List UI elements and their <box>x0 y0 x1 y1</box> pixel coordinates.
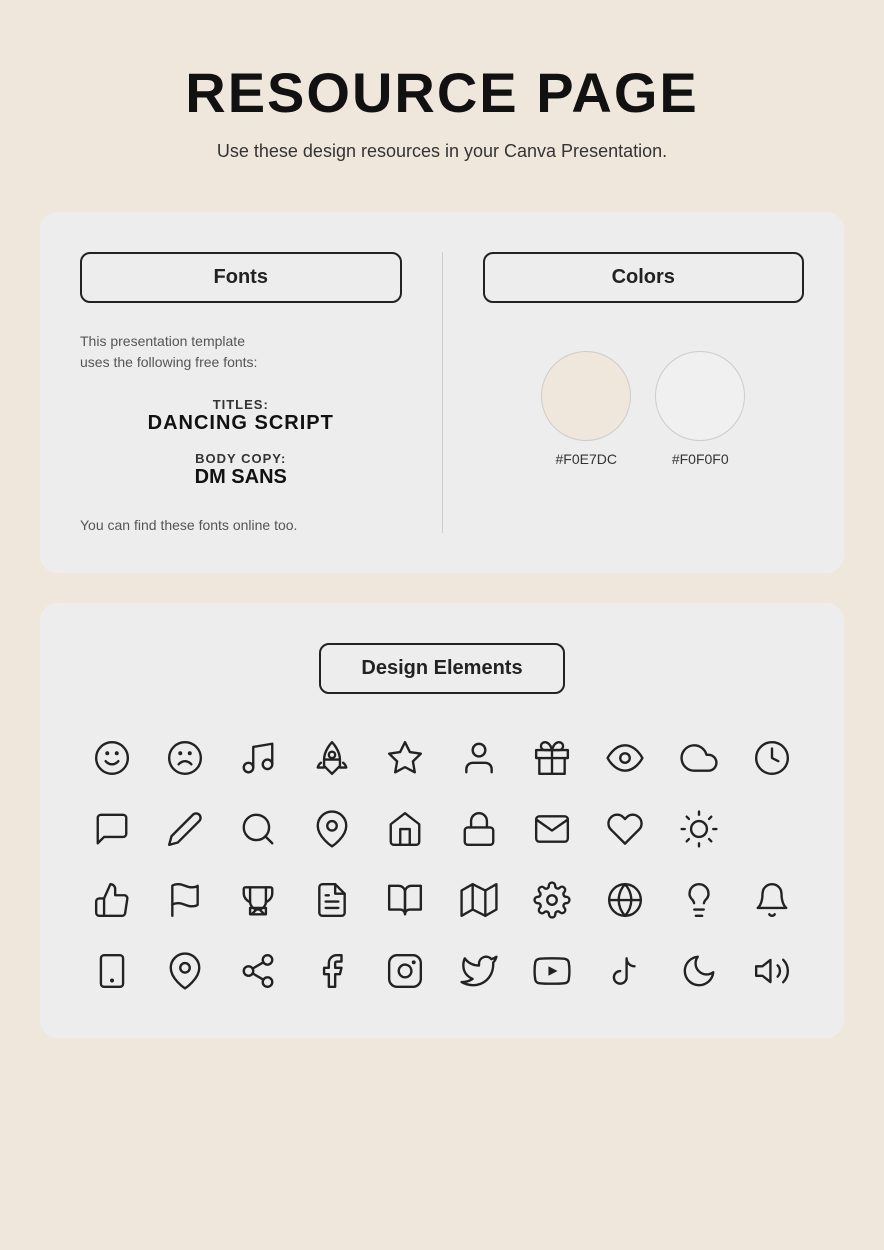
color-circle-1 <box>541 351 631 441</box>
location-pin-icon <box>158 943 213 998</box>
color-circle-2 <box>655 351 745 441</box>
color-hex-1: #F0E7DC <box>556 451 617 467</box>
design-elements-card: Design Elements <box>40 603 844 1038</box>
title-font-item: TITLES: DANCING SCRIPT <box>80 397 402 435</box>
rocket-icon <box>304 730 359 785</box>
map-icon <box>451 872 506 927</box>
envelope-icon <box>525 801 580 856</box>
thumbs-up-icon <box>84 872 139 927</box>
home-icon <box>378 801 433 856</box>
body-font-name: DM SANS <box>80 466 402 489</box>
cloud-icon <box>671 730 726 785</box>
heart-icon <box>598 801 653 856</box>
fonts-header-label: Fonts <box>214 266 268 288</box>
sun-icon <box>671 801 726 856</box>
color-hex-2: #F0F0F0 <box>672 451 729 467</box>
sad-face-icon <box>158 730 213 785</box>
document-icon <box>304 872 359 927</box>
pencil-icon <box>158 801 213 856</box>
icons-grid <box>80 730 804 998</box>
swatch-1: #F0E7DC <box>541 351 631 467</box>
globe-icon <box>598 872 653 927</box>
colors-section: Colors #F0E7DC #F0F0F0 <box>443 252 805 533</box>
tiktok-icon <box>598 943 653 998</box>
lock-icon <box>451 801 506 856</box>
colors-header-label: Colors <box>612 266 675 288</box>
eye-icon <box>598 730 653 785</box>
smartphone-icon <box>84 943 139 998</box>
gear-icon <box>525 872 580 927</box>
fonts-section: Fonts This presentation template uses th… <box>80 252 443 533</box>
pin-icon <box>304 801 359 856</box>
clock-icon <box>745 730 800 785</box>
title-font-label: TITLES: <box>80 397 402 412</box>
open-book-icon <box>378 872 433 927</box>
body-font-item: BODY COPY: DM SANS <box>80 451 402 489</box>
twitter-icon <box>451 943 506 998</box>
smiley-icon <box>84 730 139 785</box>
swatch-2: #F0F0F0 <box>655 351 745 467</box>
megaphone-icon <box>745 943 800 998</box>
fonts-description: This presentation template uses the foll… <box>80 331 402 373</box>
bell-icon <box>745 872 800 927</box>
body-font-label: BODY COPY: <box>80 451 402 466</box>
instagram-icon <box>378 943 433 998</box>
lightbulb-icon <box>671 872 726 927</box>
moon-icon <box>671 943 726 998</box>
fonts-header-box: Fonts <box>80 252 402 303</box>
colors-header-box: Colors <box>483 252 805 303</box>
youtube-icon <box>525 943 580 998</box>
design-elements-header-label: Design Elements <box>361 657 522 679</box>
star-icon <box>378 730 433 785</box>
color-swatches: #F0E7DC #F0F0F0 <box>483 351 805 467</box>
fonts-colors-card: Fonts This presentation template uses th… <box>40 212 844 573</box>
facebook-icon <box>304 943 359 998</box>
page-title: RESOURCE PAGE <box>185 60 698 125</box>
flag-icon <box>158 872 213 927</box>
share-icon <box>231 943 286 998</box>
music-notes-icon <box>231 730 286 785</box>
title-font-name: DANCING SCRIPT <box>80 412 402 435</box>
person-icon <box>451 730 506 785</box>
gift-icon <box>525 730 580 785</box>
design-elements-header-box: Design Elements <box>319 643 564 694</box>
page-subtitle: Use these design resources in your Canva… <box>217 141 667 162</box>
trophy-icon <box>231 872 286 927</box>
search-icon <box>231 801 286 856</box>
placeholder-icon-1 <box>745 801 800 856</box>
chat-bubble-icon <box>84 801 139 856</box>
fonts-footer: You can find these fonts online too. <box>80 517 402 533</box>
